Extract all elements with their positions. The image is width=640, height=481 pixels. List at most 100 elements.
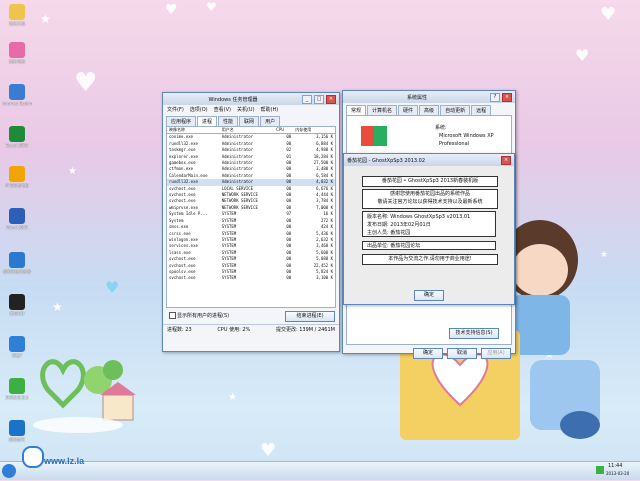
column-header[interactable]: 内存使用	[293, 127, 335, 135]
desktop-icon-label: 腾讯QQ	[9, 311, 25, 316]
oem-info-box: 版本名称: Windows GhostXpSp3 v2013.01 发布日期: …	[362, 211, 496, 237]
oem-notice: 本作品为交流之作,请勿用于商业用途!	[388, 256, 472, 262]
heart-decoration: ♥	[600, 4, 617, 25]
tab[interactable]: 硬件	[398, 105, 419, 115]
table-cell: Administrator	[221, 134, 254, 140]
desktop-icon[interactable]: PPS网络电视	[2, 166, 32, 189]
table-cell: 3,156 K	[316, 134, 333, 140]
task-manager-statusbar: 进程数: 23 CPU 使用: 2% 提交更改: 139M / 2461M	[163, 324, 339, 334]
qq-icon	[9, 294, 25, 310]
cancel-button[interactable]: 取消	[447, 348, 477, 359]
table-cell: conime.exe	[169, 134, 194, 140]
maximize-button[interactable]: □	[314, 94, 324, 104]
close-button[interactable]: ×	[326, 94, 336, 104]
table-cell: 00	[286, 275, 292, 281]
table-header-row: 映像名称 用户名 CPU 内存使用	[167, 127, 335, 135]
tab[interactable]: 高级	[419, 105, 440, 115]
desktop-icon-label: PPS网络电视	[5, 183, 29, 188]
tab[interactable]: 用户	[260, 116, 281, 126]
desktop-icon[interactable]: Excel 2003	[2, 126, 32, 148]
pps-icon	[9, 166, 25, 182]
heart-decoration: ♥	[74, 68, 98, 98]
clock-date[interactable]: 2013-03-20	[606, 471, 629, 476]
help-button[interactable]: ?	[490, 92, 500, 102]
close-button[interactable]: ×	[502, 92, 512, 102]
desktop-icon[interactable]: 腾讯QQ	[2, 294, 32, 317]
show-all-users-checkbox[interactable]	[169, 312, 176, 319]
start-button[interactable]	[2, 464, 16, 478]
tab[interactable]: 远程	[471, 105, 492, 115]
desktop-icon-label: Word 2003	[6, 225, 28, 230]
tab[interactable]: 常规	[346, 105, 367, 115]
desktop-icon-label: Internet Explorer	[2, 101, 32, 106]
tab[interactable]: 进程	[197, 116, 218, 126]
menu-item[interactable]: 关机(U)	[237, 106, 255, 113]
oem-headline-box: 番茄花园 • GhostXpSp3 2013新春装机版	[362, 176, 498, 187]
column-header[interactable]: 映像名称	[167, 127, 220, 135]
column-header[interactable]: 用户名	[219, 127, 275, 135]
desktop-icon[interactable]: Word 2003	[2, 208, 32, 230]
table-row[interactable]: svchost.exe SYSTEM 00 3,100 K	[167, 275, 335, 281]
watermark-text: www.lz.la	[44, 456, 85, 466]
menu-item[interactable]: 选项(O)	[190, 106, 208, 113]
oem-release-date: 发布日期: 2013年02月01日	[367, 222, 431, 228]
close-button[interactable]: ×	[501, 155, 511, 165]
computer-icon	[9, 42, 25, 58]
system-label: 系统:	[435, 125, 447, 131]
oem-info-window: 番茄花园 - GhostXpSp3 2013.02 × 番茄花园 • Ghost…	[343, 153, 515, 305]
task-manager-tabs: 应用程序 进程 性能 联网 用户	[163, 114, 339, 126]
tab[interactable]: 计算机名	[367, 105, 398, 115]
system-properties-title: 系统属性	[406, 94, 427, 101]
oem-version: 版本名称: Windows GhostXpSp3 v2013.01	[367, 214, 471, 220]
thunder-icon	[9, 336, 25, 352]
windows-logo	[361, 126, 387, 146]
task-manager-menubar: 文件(F) 选项(O) 查看(V) 关机(U) 帮助(H)	[163, 105, 339, 114]
oem-ok-button[interactable]: 确定	[414, 290, 444, 301]
task-manager-titlebar[interactable]: Windows 任务管理器 _ □ ×	[163, 93, 339, 105]
documents-icon	[9, 4, 25, 20]
heart-decoration: ♥	[575, 46, 590, 65]
menu-item[interactable]: 帮助(H)	[261, 106, 279, 113]
star-decoration: ★	[228, 392, 237, 403]
status-process-count: 进程数: 23	[167, 327, 192, 333]
tab[interactable]: 应用程序	[166, 116, 197, 126]
oem-thanks-box: 感谢您使用番茄花园出品的系统作品 敬请关注官方论坛以获得技术支持以及最新系统	[362, 189, 498, 209]
apply-button[interactable]: 应用(A)	[481, 348, 511, 359]
heart-decoration: ♥	[105, 278, 120, 297]
tab[interactable]: 自动更新	[440, 105, 471, 115]
menu-item[interactable]: 文件(F)	[167, 106, 184, 113]
oem-org-box: 出品单位: 番茄花园论坛	[362, 241, 496, 250]
table-cell: SYSTEM	[221, 275, 237, 281]
taskbar: www.lz.la 11:44 2013-03-20	[0, 446, 640, 480]
watermark-logo	[22, 446, 44, 468]
clock-time[interactable]: 11:44	[608, 463, 622, 469]
table-cell: 00	[286, 134, 292, 140]
table-cell: 3,100 K	[316, 275, 333, 281]
desktop-icon[interactable]: Internet Explorer	[2, 84, 32, 106]
menu-item[interactable]: 查看(V)	[214, 106, 231, 113]
oem-notice-box: 本作品为交流之作,请勿用于商业用途!	[362, 254, 498, 265]
ok-button[interactable]: 确定	[413, 348, 443, 359]
minimize-button[interactable]: _	[302, 94, 312, 104]
system-os-name: Microsoft Windows XP	[439, 133, 494, 139]
ie-icon	[9, 84, 25, 100]
desktop-icon[interactable]: 搜狗高速浏览器	[2, 252, 32, 275]
column-header[interactable]: CPU	[274, 127, 294, 135]
status-commit-charge: 提交更改: 139M / 2461M	[275, 327, 335, 333]
desktop-icon[interactable]: 我的文档	[2, 4, 32, 27]
tab[interactable]: 联网	[239, 116, 260, 126]
oem-author: 主创人员: 番茄花园	[367, 230, 411, 236]
end-process-button[interactable]: 结束进程(E)	[285, 311, 335, 322]
oem-info-titlebar[interactable]: 番茄花园 - GhostXpSp3 2013.02 ×	[344, 154, 514, 166]
oem-organization: 出品单位: 番茄花园论坛	[367, 243, 421, 249]
oem-headline: 番茄花园 • GhostXpSp3 2013新春装机版	[381, 178, 479, 184]
oem-thanks-line: 敬请关注官方论坛以获得技术支持以及最新系统	[377, 199, 483, 205]
heart-decoration: ♥	[260, 440, 277, 461]
tab[interactable]: 性能	[218, 116, 239, 126]
tray-icon[interactable]	[596, 466, 604, 474]
support-info-button[interactable]: 技术支持信息(S)	[449, 328, 499, 339]
desktop-icon[interactable]: 我的电脑	[2, 42, 32, 65]
table-row[interactable]: conime.exe Administrator 00 3,156 K	[167, 134, 335, 141]
system-properties-titlebar[interactable]: 系统属性 ? ×	[343, 91, 515, 103]
process-list[interactable]: 映像名称 用户名 CPU 内存使用 conime.exe Administrator 00 3…	[166, 126, 336, 308]
